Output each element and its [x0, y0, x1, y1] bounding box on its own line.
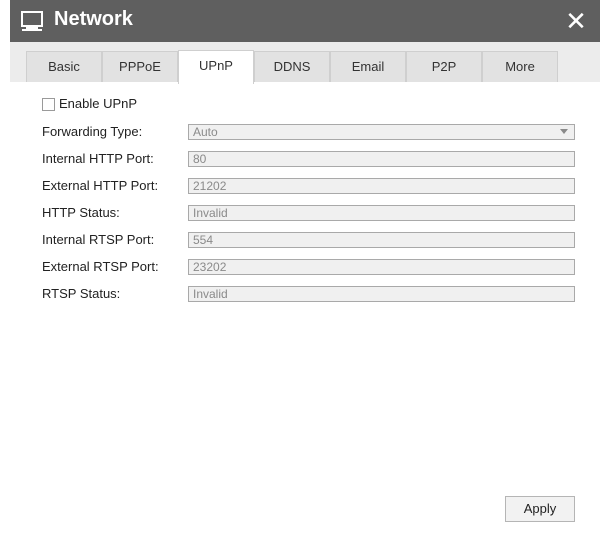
upnp-settings-panel: Enable UPnP Forwarding Type: Auto Intern… [10, 82, 600, 536]
close-icon[interactable]: ✕ [562, 7, 590, 35]
chevron-down-icon [560, 129, 568, 134]
http-status-field[interactable]: Invalid [188, 205, 575, 221]
network-monitor-icon [20, 10, 44, 32]
apply-button[interactable]: Apply [505, 496, 575, 522]
external-http-port-field[interactable]: 21202 [188, 178, 575, 194]
forwarding-type-select[interactable]: Auto [188, 124, 575, 140]
external-http-port-label: External HTTP Port: [42, 178, 159, 193]
enable-upnp-label: Enable UPnP [59, 96, 138, 111]
external-rtsp-port-label: External RTSP Port: [42, 259, 159, 274]
tab-more[interactable]: More [482, 51, 558, 82]
external-rtsp-port-field[interactable]: 23202 [188, 259, 575, 275]
network-dialog: Network ✕ Basic PPPoE UPnP DDNS Email P2… [10, 0, 600, 536]
tab-pppoe[interactable]: PPPoE [102, 51, 178, 82]
internal-rtsp-port-field[interactable]: 554 [188, 232, 575, 248]
rtsp-status-label: RTSP Status: [42, 286, 121, 301]
internal-http-port-field[interactable]: 80 [188, 151, 575, 167]
internal-rtsp-port-label: Internal RTSP Port: [42, 232, 155, 247]
forwarding-type-label: Forwarding Type: [42, 124, 143, 139]
forwarding-type-value: Auto [193, 125, 218, 139]
http-status-label: HTTP Status: [42, 205, 120, 220]
tab-ddns[interactable]: DDNS [254, 51, 330, 82]
window-title: Network [54, 8, 133, 30]
internal-http-port-label: Internal HTTP Port: [42, 151, 154, 166]
tab-strip: Basic PPPoE UPnP DDNS Email P2P More [10, 42, 600, 84]
tab-basic[interactable]: Basic [26, 51, 102, 82]
enable-upnp-checkbox[interactable] [42, 98, 55, 111]
tab-email[interactable]: Email [330, 51, 406, 82]
title-bar: Network ✕ [10, 0, 600, 42]
tab-upnp[interactable]: UPnP [178, 50, 254, 84]
rtsp-status-field[interactable]: Invalid [188, 286, 575, 302]
tab-p2p[interactable]: P2P [406, 51, 482, 82]
